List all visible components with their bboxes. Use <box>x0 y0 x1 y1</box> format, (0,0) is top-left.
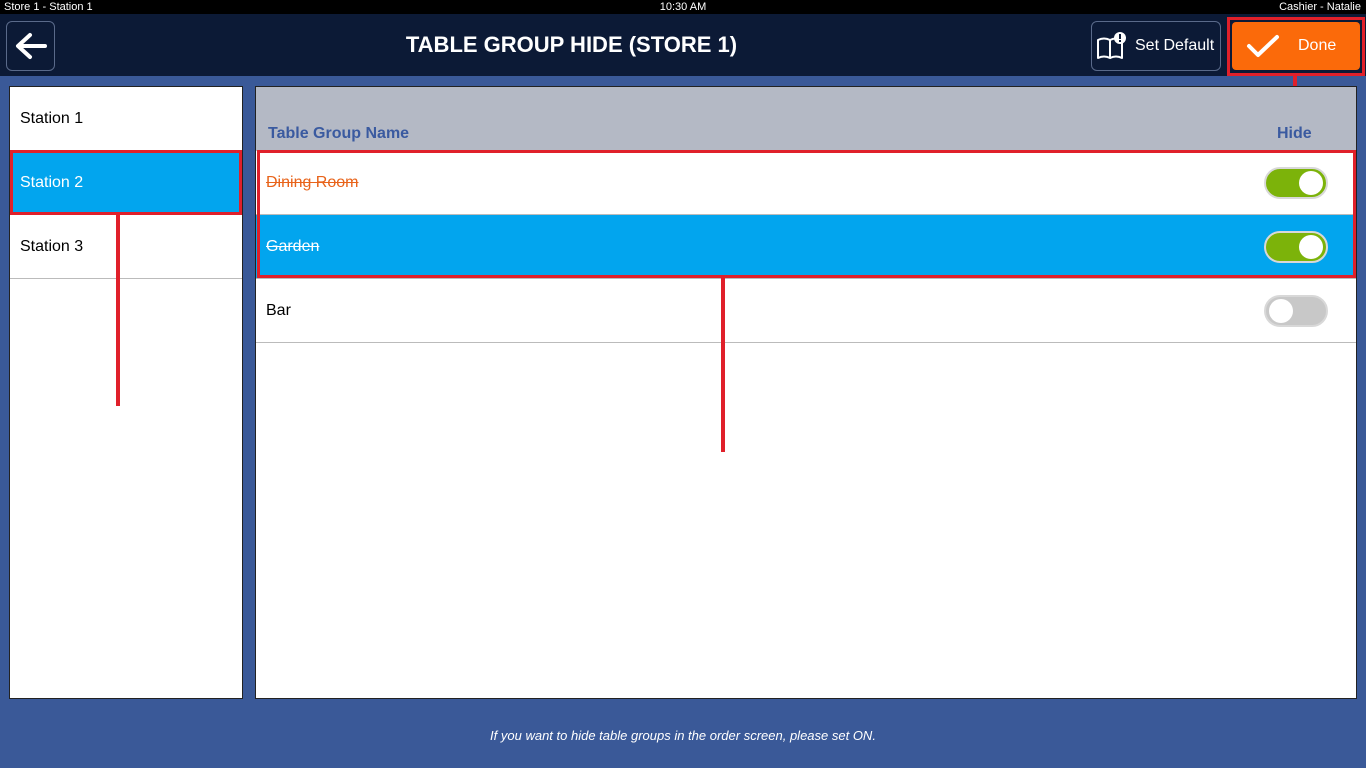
done-highlight-box <box>1227 17 1365 76</box>
column-header-hide: Hide <box>1277 125 1312 142</box>
clock: 10:30 AM <box>659 1 707 13</box>
station-item-1[interactable]: Station 1 <box>10 87 242 151</box>
table-group-name: Bar <box>266 302 291 319</box>
set-default-label: Set Default <box>1135 37 1215 54</box>
set-default-button[interactable]: Set Default <box>1091 21 1221 71</box>
toggle-knob <box>1269 299 1293 323</box>
header-bar: TABLE GROUP HIDE (STORE 1) Set Default D… <box>0 14 1366 76</box>
user-label: Cashier - Natalie <box>1279 1 1361 13</box>
table-header: Table Group Name Hide <box>256 87 1356 151</box>
hint-text: If you want to hide table groups in the … <box>490 728 876 743</box>
book-alert-icon <box>1097 32 1126 59</box>
column-header-name: Table Group Name <box>268 125 410 142</box>
table-row[interactable]: Bar <box>256 279 1356 343</box>
rows-highlight-box <box>257 150 1356 278</box>
station-highlight-pointer <box>116 215 120 406</box>
hide-toggle[interactable] <box>1264 295 1328 327</box>
station-item-3[interactable]: Station 3 <box>10 215 242 279</box>
rows-highlight-pointer <box>721 278 725 452</box>
status-bar: Store 1 - Station 1 10:30 AM Cashier - N… <box>0 0 1366 14</box>
station-highlight-box <box>10 150 242 215</box>
page-title: TABLE GROUP HIDE (STORE 1) <box>405 32 738 57</box>
